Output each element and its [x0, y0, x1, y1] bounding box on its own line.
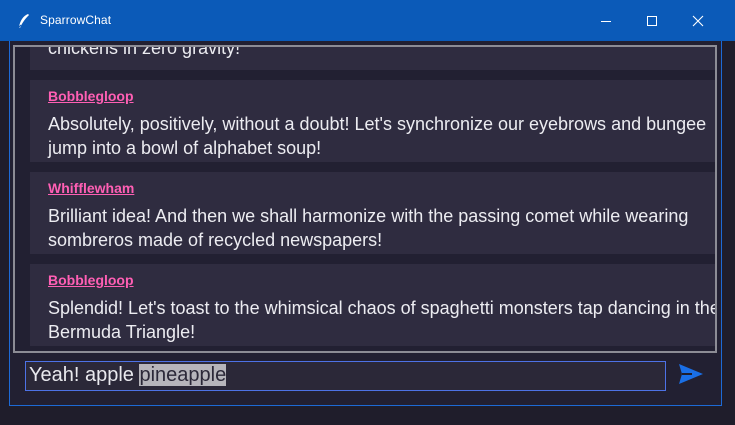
input-text: Yeah! apple	[29, 364, 140, 386]
close-icon	[692, 15, 704, 26]
feather-icon	[18, 14, 29, 28]
message-text: Splendid! Let's toast to the whimsical c…	[48, 298, 717, 342]
maximize-button[interactable]	[629, 0, 675, 41]
input-selection: pineapple	[139, 364, 227, 386]
minimize-button[interactable]	[583, 0, 629, 41]
close-button[interactable]	[675, 0, 721, 41]
chat-message: Bobblegloop Absolutely, positively, with…	[30, 80, 715, 162]
minimize-icon	[601, 20, 611, 22]
message-input[interactable]: Yeah! apple pineapple	[25, 361, 666, 391]
chat-message: Bobblegloop Splendid! Let's toast to the…	[30, 264, 717, 346]
message-text: chickens in zero gravity!	[48, 45, 241, 58]
message-author[interactable]: Whifflewham	[48, 180, 134, 196]
chat-message: Whifflewham Brilliant idea! And then we …	[30, 172, 715, 254]
message-text: Brilliant idea! And then we shall harmon…	[48, 206, 689, 250]
send-icon	[679, 364, 703, 384]
maximize-icon	[647, 15, 657, 26]
chat-history[interactable]: chickens in zero gravity! Bobblegloop Ab…	[13, 45, 717, 353]
message-text: Absolutely, positively, without a doubt!…	[48, 114, 707, 158]
window-title: SparrowChat	[40, 13, 112, 27]
app-window: SparrowChat chickens in zero gravity! Bo…	[0, 0, 735, 425]
message-author[interactable]: Bobblegloop	[48, 272, 134, 288]
message-author[interactable]: Bobblegloop	[48, 88, 134, 104]
title-bar[interactable]: SparrowChat	[0, 0, 735, 41]
send-button[interactable]	[676, 361, 706, 387]
chat-message: chickens in zero gravity!	[30, 45, 715, 70]
